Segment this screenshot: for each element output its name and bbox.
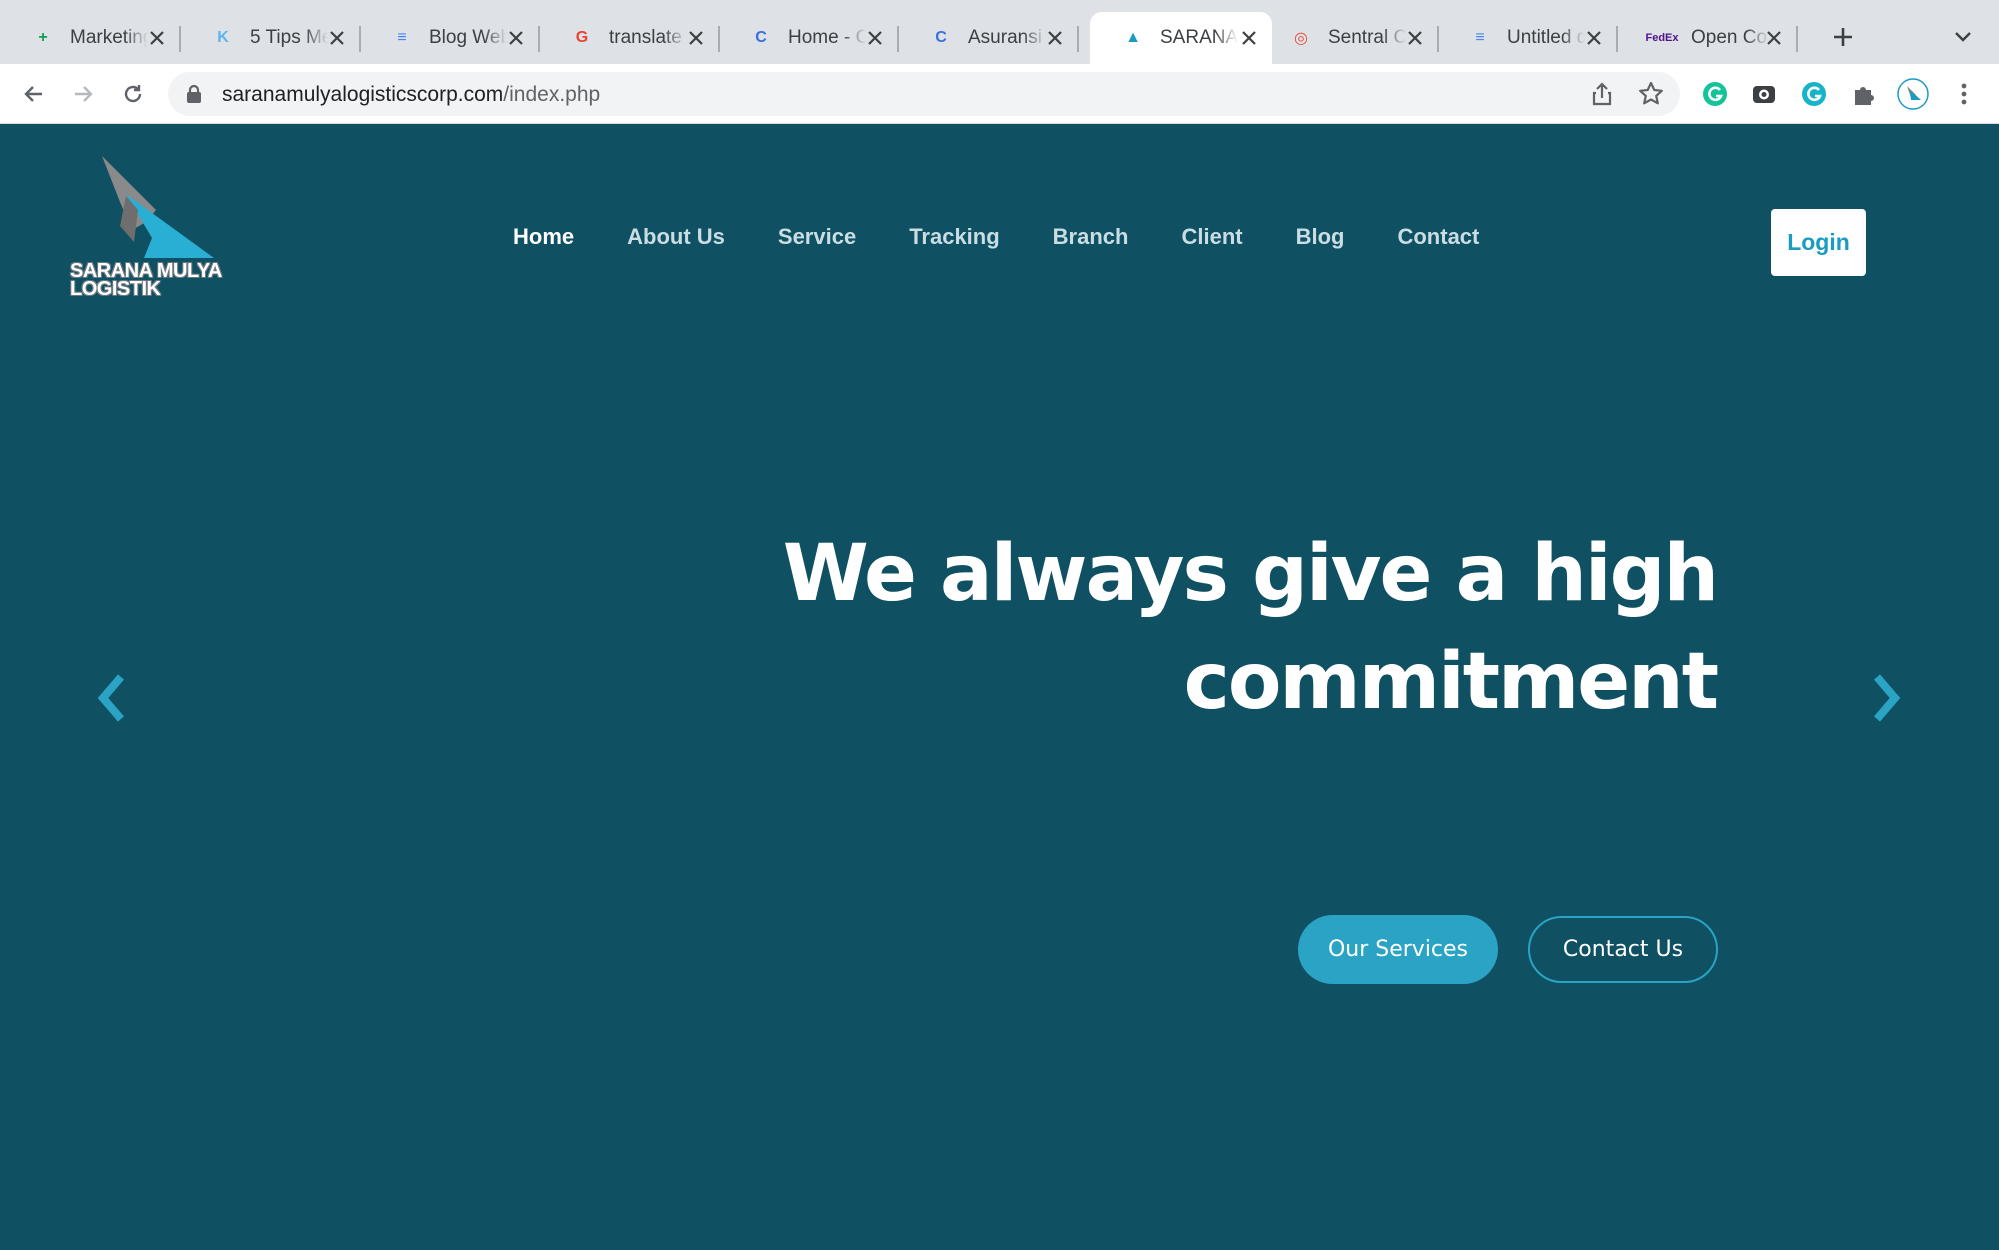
arrow-right-icon <box>75 86 93 102</box>
tab-title: Home - C <box>788 27 866 48</box>
reload-button[interactable] <box>117 78 149 110</box>
tab-title: Open Co <box>1691 27 1768 48</box>
logo-line-2: LOGISTIK <box>70 278 161 300</box>
nav-service[interactable]: Service <box>778 224 856 250</box>
grammarly-extension-button[interactable] <box>1699 78 1731 110</box>
back-button[interactable] <box>18 78 50 110</box>
address-bar[interactable]: saranamulyalogisticscorp.com/index.php <box>168 72 1680 116</box>
tab-separator <box>1796 26 1798 52</box>
tab-title: 5 Tips Me <box>250 27 328 48</box>
browser-menu-button[interactable] <box>1948 78 1980 110</box>
browser-tab[interactable]: C Home - C <box>718 12 899 64</box>
extensions-button[interactable] <box>1848 78 1880 110</box>
google-docs-icon: ≡ <box>1475 29 1485 46</box>
grammarly-icon <box>1802 82 1826 106</box>
chevron-left-icon <box>97 674 125 722</box>
forward-button[interactable] <box>67 78 99 110</box>
close-tab-icon[interactable] <box>503 25 529 51</box>
camera-extension-icon <box>1753 86 1775 103</box>
lock-icon <box>187 84 201 103</box>
carousel-next-button[interactable] <box>1866 670 1906 726</box>
close-tab-icon[interactable] <box>144 25 170 51</box>
new-tab-button[interactable] <box>1826 20 1860 54</box>
our-services-button[interactable]: Our Services <box>1298 915 1498 984</box>
tab-title: Blog Web <box>429 27 507 48</box>
arrow-left-icon <box>24 86 42 102</box>
logo-text: SARANA MULYA LOGISTIK <box>70 261 222 300</box>
canva-icon: C <box>755 29 767 46</box>
sarana-logo-icon <box>102 156 214 258</box>
browser-tab[interactable]: K 5 Tips Me <box>180 12 361 64</box>
kebab-menu-icon <box>1961 83 1967 105</box>
fedex-icon: FedEx <box>1645 32 1679 44</box>
google-sheets-icon: + <box>38 29 48 46</box>
nav-tracking[interactable]: Tracking <box>909 224 999 250</box>
close-tab-icon[interactable] <box>1581 25 1607 51</box>
sentral-icon: ◎ <box>1294 30 1308 47</box>
tab-title: Untitled d <box>1507 27 1585 48</box>
close-tab-icon[interactable] <box>1761 25 1787 51</box>
browser-tab[interactable]: ≡ Blog Web <box>359 12 540 64</box>
browser-tab[interactable]: ≡ Untitled d <box>1437 12 1618 64</box>
contact-us-button[interactable]: Contact Us <box>1528 916 1718 983</box>
google-docs-icon: ≡ <box>397 29 407 46</box>
tab-title: Asuransi <box>968 27 1042 48</box>
plus-icon <box>1834 28 1852 46</box>
tab-title: SARANA <box>1160 27 1238 48</box>
grammarly-extension-button-2[interactable] <box>1798 78 1830 110</box>
web-page: SARANA MULYA LOGISTIK Home About Us Serv… <box>0 124 1999 1250</box>
hero-headline-line-2: commitment <box>1183 637 1719 727</box>
nav-home[interactable]: Home <box>513 224 574 250</box>
nav-branch[interactable]: Branch <box>1053 224 1129 250</box>
browser-tab[interactable]: Gtranslate <box>539 12 720 64</box>
carousel-prev-button[interactable] <box>92 670 132 726</box>
reload-icon <box>124 85 142 103</box>
site-logo[interactable]: SARANA MULYA LOGISTIK <box>68 154 228 299</box>
url-domain: saranamulyalogisticscorp.com <box>222 83 504 106</box>
share-icon[interactable] <box>1588 80 1616 108</box>
tab-separator <box>1077 26 1079 52</box>
hero-headline: We always give a high commitment <box>782 520 1719 736</box>
extension-button[interactable] <box>1748 78 1780 110</box>
puzzle-icon <box>1855 87 1874 105</box>
browser-tab[interactable]: ▲ SARANA <box>1090 12 1272 64</box>
canva-icon: C <box>935 29 947 46</box>
hero-headline-line-1: We always give a high <box>782 529 1719 619</box>
nav-contact[interactable]: Contact <box>1397 224 1479 250</box>
browser-tab-strip: + Marketing K 5 Tips Me ≡ Blog Web Gtranslate C… <box>0 0 1999 64</box>
browser-tab[interactable]: ◎ Sentral C <box>1258 12 1439 64</box>
sarana-logo-icon: ▲ <box>1125 29 1141 46</box>
close-tab-icon[interactable] <box>1042 25 1068 51</box>
tab-search-button[interactable] <box>1948 22 1978 52</box>
tab-title: translate <box>609 27 682 48</box>
browser-toolbar: saranamulyalogisticscorp.com/index.php <box>0 64 1999 124</box>
login-button[interactable]: Login <box>1771 209 1866 276</box>
chevron-down-icon <box>1955 32 1971 42</box>
grammarly-icon <box>1703 82 1727 106</box>
url-path: /index.php <box>503 83 601 106</box>
nav-client[interactable]: Client <box>1181 224 1242 250</box>
close-tab-icon[interactable] <box>1402 25 1428 51</box>
tab-title: Marketing <box>70 27 148 48</box>
close-tab-icon[interactable] <box>683 25 709 51</box>
close-tab-icon[interactable] <box>324 25 350 51</box>
close-tab-icon[interactable] <box>862 25 888 51</box>
avatar <box>1897 78 1929 110</box>
profile-avatar-button[interactable] <box>1897 78 1929 110</box>
chevron-right-icon <box>1873 674 1901 722</box>
brand-k-icon: K <box>217 29 229 46</box>
main-navigation: Home About Us Service Tracking Branch Cl… <box>513 224 1532 250</box>
url-text: saranamulyalogisticscorp.com/index.php <box>222 83 600 107</box>
nav-blog[interactable]: Blog <box>1296 224 1345 250</box>
nav-about-us[interactable]: About Us <box>627 224 725 250</box>
tab-title: Sentral C <box>1328 27 1406 48</box>
browser-tab[interactable]: FedEx Open Co <box>1617 12 1798 64</box>
google-icon: G <box>575 29 589 46</box>
bookmark-star-icon[interactable] <box>1637 80 1665 108</box>
browser-tab[interactable]: C Asuransi <box>898 12 1079 64</box>
browser-tab[interactable]: + Marketing <box>0 12 181 64</box>
